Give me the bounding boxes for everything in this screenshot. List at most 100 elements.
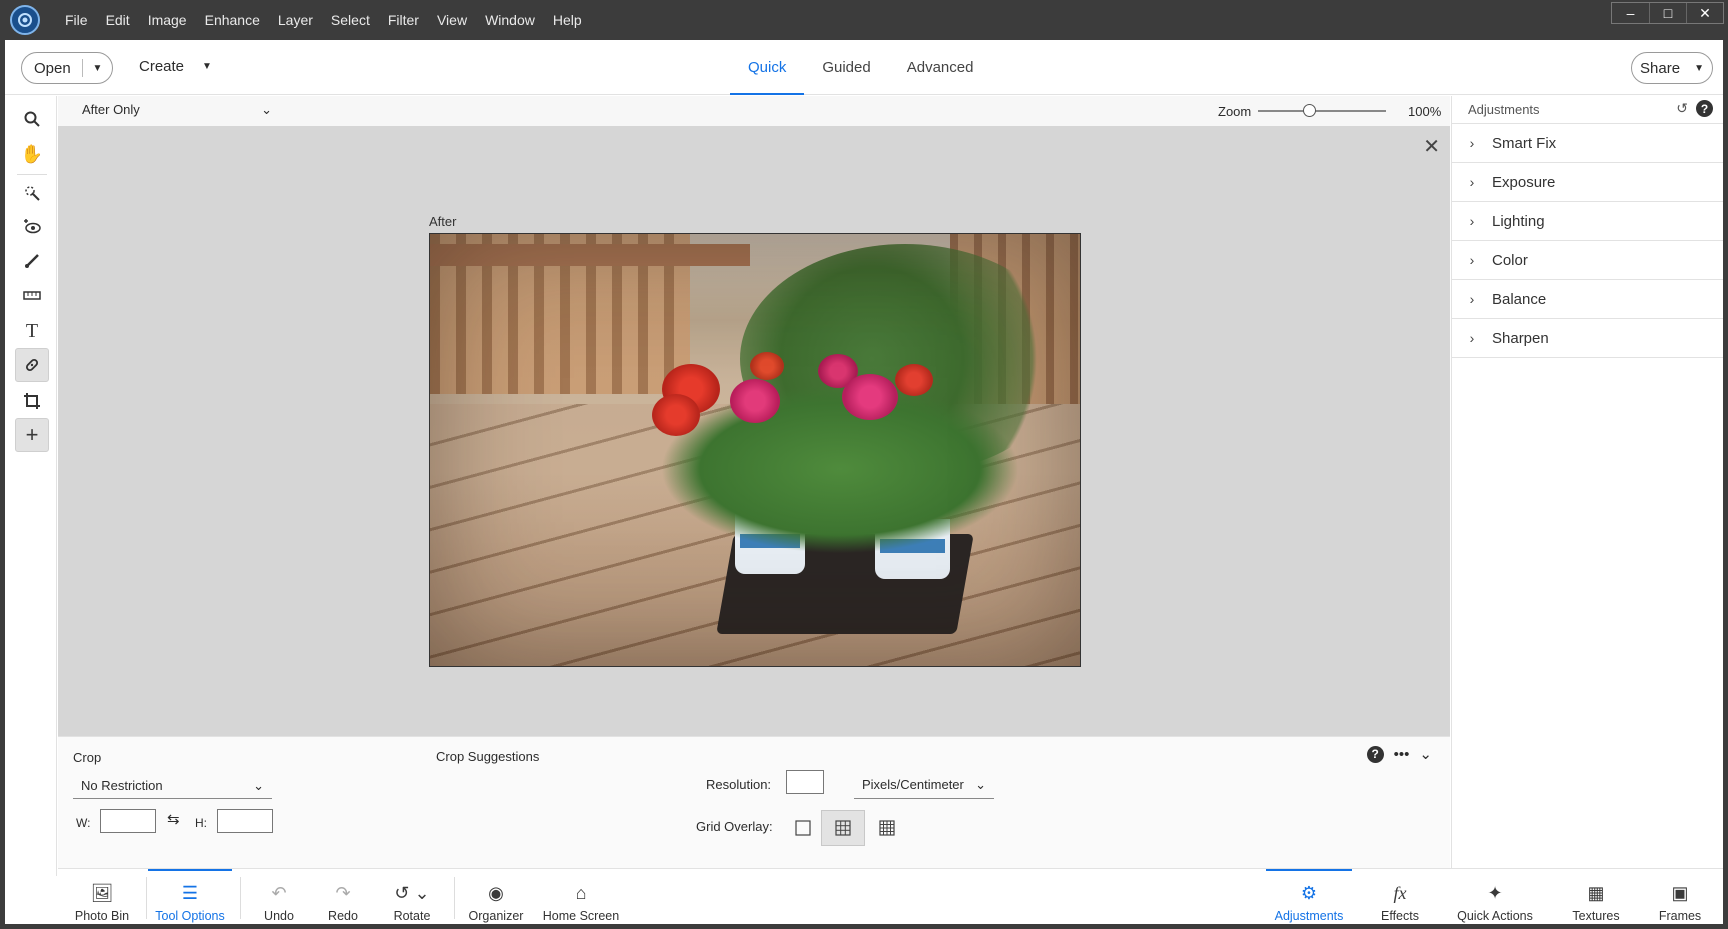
chevron-right-icon: ›: [1469, 213, 1475, 229]
red-eye-tool-icon[interactable]: [15, 210, 49, 244]
help-icon[interactable]: ?: [1366, 745, 1384, 763]
create-button[interactable]: Create ▼: [139, 58, 212, 76]
open-dropdown-icon[interactable]: ▼: [83, 63, 112, 74]
chevron-right-icon: ›: [1469, 135, 1475, 151]
photo-vignette: [430, 234, 1080, 666]
more-options-icon[interactable]: •••: [1394, 746, 1410, 763]
effects-label: Effects: [1381, 909, 1419, 923]
move-tool-icon[interactable]: +: [15, 418, 49, 452]
tab-guided[interactable]: Guided: [804, 40, 888, 95]
tool-options-icon: ☰: [181, 883, 199, 903]
quick-selection-tool-icon[interactable]: [15, 176, 49, 210]
menu-edit[interactable]: Edit: [97, 0, 139, 40]
adjustments-tab-button[interactable]: ⚙ Adjustments: [1266, 869, 1352, 925]
chevron-down-icon: ⌄: [975, 776, 986, 792]
help-icon[interactable]: ?: [1696, 100, 1713, 117]
grid-overlay-label: Grid Overlay:: [696, 819, 773, 834]
zoom-value: 100%: [1408, 104, 1442, 119]
adjustment-exposure[interactable]: › Exposure: [1452, 163, 1723, 202]
tab-advanced[interactable]: Advanced: [889, 40, 992, 95]
close-window-button[interactable]: ✕: [1686, 3, 1723, 23]
aspect-ratio-select[interactable]: No Restriction ⌄: [73, 773, 272, 799]
quick-actions-button[interactable]: ✦ Quick Actions: [1450, 869, 1540, 925]
adjustment-label: Smart Fix: [1492, 134, 1557, 152]
collapse-chevron-icon[interactable]: ⌄: [1419, 745, 1432, 763]
tool-options-button[interactable]: ☰ Tool Options: [148, 869, 232, 925]
resolution-units-select[interactable]: Pixels/Centimeter ⌄: [854, 771, 994, 799]
rotate-button[interactable]: ↺ ⌄ Rotate: [380, 869, 444, 925]
redo-icon: ↷: [335, 883, 351, 903]
zoom-slider[interactable]: [1258, 110, 1386, 112]
share-button[interactable]: Share ▼: [1631, 52, 1713, 84]
photo-image[interactable]: [429, 233, 1081, 667]
adjustment-lighting[interactable]: › Lighting: [1452, 202, 1723, 241]
view-mode-select[interactable]: After Only ⌄: [82, 102, 272, 118]
after-label: After: [429, 214, 457, 229]
effects-button[interactable]: fx Effects: [1370, 869, 1430, 925]
organizer-icon: ◉: [488, 883, 504, 903]
organizer-button[interactable]: ◉ Organizer: [464, 869, 528, 925]
zoom-tool-icon[interactable]: [15, 102, 49, 136]
bottom-taskbar: 🖼 Photo Bin ☰ Tool Options ↶ Undo ↷ Redo…: [58, 868, 1723, 924]
resolution-input[interactable]: [786, 770, 824, 794]
height-label: H:: [195, 816, 207, 830]
crop-tool-icon[interactable]: [15, 384, 49, 418]
maximize-button[interactable]: □: [1649, 3, 1686, 23]
sparkle-icon: ✦: [1487, 883, 1503, 903]
home-screen-button[interactable]: ⌂ Home Screen: [538, 869, 624, 925]
adjustment-color[interactable]: › Color: [1452, 241, 1723, 280]
resolution-label: Resolution:: [706, 777, 772, 792]
create-label: Create: [139, 58, 185, 75]
minimize-button[interactable]: –: [1612, 3, 1649, 23]
home-icon: ⌂: [575, 883, 587, 903]
tool-options-controls: ? ••• ⌄: [1366, 745, 1432, 763]
chevron-right-icon: ›: [1469, 330, 1475, 346]
grid-none-icon[interactable]: [790, 815, 816, 841]
menu-help[interactable]: Help: [544, 0, 591, 40]
menu-view[interactable]: View: [428, 0, 476, 40]
image-canvas[interactable]: ✕ After: [58, 126, 1450, 736]
height-input[interactable]: [217, 809, 273, 833]
close-icon[interactable]: ✕: [1423, 134, 1440, 159]
redo-button[interactable]: ↷ Redo: [318, 869, 368, 925]
type-tool-icon[interactable]: T: [15, 314, 49, 348]
share-label: Share: [1640, 59, 1681, 77]
quick-actions-label: Quick Actions: [1457, 909, 1533, 923]
frames-button[interactable]: ▣ Frames: [1648, 869, 1712, 925]
grid-thirds-icon[interactable]: [821, 810, 865, 846]
adjustment-sharpen[interactable]: › Sharpen: [1452, 319, 1723, 358]
open-label: Open: [34, 59, 71, 77]
tab-quick[interactable]: Quick: [730, 40, 805, 95]
photo-bin-button[interactable]: 🖼 Photo Bin: [62, 869, 142, 925]
adjustment-smart-fix[interactable]: › Smart Fix: [1452, 124, 1723, 163]
straighten-tool-icon[interactable]: [15, 278, 49, 312]
menu-select[interactable]: Select: [322, 0, 379, 40]
menu-window[interactable]: Window: [476, 0, 544, 40]
chevron-right-icon: ›: [1469, 252, 1475, 268]
texture-icon: ▦: [1587, 883, 1605, 903]
hand-tool-icon[interactable]: ✋: [15, 137, 49, 171]
adjustments-header-icons: ↺ ?: [1676, 100, 1713, 117]
undo-button[interactable]: ↶ Undo: [254, 869, 304, 925]
width-input[interactable]: [100, 809, 156, 833]
swap-dimensions-icon[interactable]: ⇆: [167, 810, 180, 828]
aspect-ratio-value: No Restriction: [81, 778, 163, 793]
menu-layer[interactable]: Layer: [269, 0, 322, 40]
grid-fine-icon[interactable]: [874, 815, 900, 841]
textures-button[interactable]: ▦ Textures: [1564, 869, 1628, 925]
tools-divider: [17, 174, 47, 175]
zoom-slider-handle[interactable]: [1303, 104, 1317, 117]
reset-icon[interactable]: ↺: [1676, 100, 1688, 117]
open-button[interactable]: Open ▼: [21, 52, 113, 84]
frames-label: Frames: [1658, 909, 1702, 923]
redo-label: Redo: [328, 909, 358, 923]
frame-icon: ▣: [1671, 883, 1689, 903]
menu-file[interactable]: File: [56, 0, 97, 40]
menu-image[interactable]: Image: [139, 0, 196, 40]
undo-label: Undo: [264, 909, 294, 923]
spot-healing-tool-icon[interactable]: [15, 348, 49, 382]
adjustment-balance[interactable]: › Balance: [1452, 280, 1723, 319]
menu-filter[interactable]: Filter: [379, 0, 428, 40]
menu-enhance[interactable]: Enhance: [196, 0, 269, 40]
whiten-teeth-tool-icon[interactable]: [15, 244, 49, 278]
